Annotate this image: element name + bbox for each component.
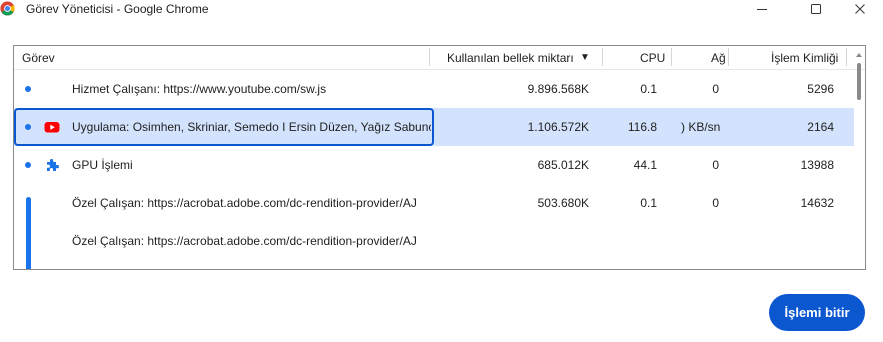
window-title: Görev Yöneticisi - Google Chrome [26,2,209,16]
network-value: 0 [712,158,719,172]
cpu-value: 0.1 [640,82,657,96]
column-separator[interactable] [728,48,729,66]
cpu-value: 0.1 [640,196,657,210]
close-icon [855,4,865,14]
table-row[interactable]: Hizmet Çalışanı: https://www.youtube.com… [14,70,854,108]
column-separator[interactable] [429,48,430,66]
cpu-value: 44.1 [633,158,657,172]
task-name: GPU İşlemi [72,158,133,172]
pid-value: 14632 [800,196,834,210]
table-row[interactable]: Özel Çalışan: https://acrobat.adobe.com/… [14,184,854,222]
column-header-task[interactable]: Görev [22,51,55,65]
process-dot-icon [25,124,31,130]
process-dot-icon [25,162,31,168]
scroll-up-arrow-icon[interactable] [856,53,862,57]
process-group-bar [26,197,31,269]
maximize-icon [811,4,821,14]
column-header-memory[interactable]: Kullanılan bellek miktarı [447,51,574,65]
maximize-button[interactable] [796,0,836,18]
pid-value: 2164 [807,120,834,134]
pid-value: 5296 [807,82,834,96]
column-header-pid[interactable]: İşlem Kimliği [771,51,838,65]
table-row[interactable]: GPU İşlemi 685.012K 44.1 0 13988 [14,146,854,184]
puzzle-icon [47,159,59,171]
end-process-button[interactable]: İşlemi bitir [769,294,865,331]
pid-value: 13988 [800,158,834,172]
column-separator[interactable] [671,48,672,66]
sort-descending-icon: ▼ [580,52,590,63]
process-dot-icon [25,86,31,92]
scrollbar-thumb[interactable] [857,63,861,100]
table-header: Görev Kullanılan bellek miktarı ▼ CPU Ağ… [14,46,865,69]
network-value: 0 [712,196,719,210]
memory-value: 9.896.568K [527,82,589,96]
task-name: Özel Çalışan: https://acrobat.adobe.com/… [72,234,417,248]
memory-value: 685.012K [537,158,589,172]
column-separator[interactable] [846,48,847,66]
title-bar: Görev Yöneticisi - Google Chrome [0,0,883,20]
youtube-icon [44,122,60,133]
memory-value: 1.106.572K [527,120,589,134]
network-value: 0 [712,82,719,96]
column-header-cpu[interactable]: CPU [640,51,665,65]
cpu-value: 116.8 [627,120,657,134]
minimize-icon [757,9,767,10]
column-separator[interactable] [602,48,603,66]
minimize-button[interactable] [742,0,782,18]
close-button[interactable] [840,0,880,18]
task-list: Hizmet Çalışanı: https://www.youtube.com… [14,70,854,269]
column-header-network[interactable]: Ağ [711,51,726,65]
task-name: Özel Çalışan: https://acrobat.adobe.com/… [72,196,417,210]
task-table: Görev Kullanılan bellek miktarı ▼ CPU Ağ… [13,45,866,270]
chrome-logo-icon [0,1,15,16]
network-value: ) KB/sn [681,120,721,134]
table-row-selected[interactable]: Uygulama: Osimhen, Skriniar, Semedo I Er… [14,108,854,146]
memory-value: 503.680K [537,196,589,210]
task-name: Uygulama: Osimhen, Skriniar, Semedo I Er… [72,120,431,134]
task-name: Hizmet Çalışanı: https://www.youtube.com… [72,82,327,96]
table-row[interactable]: Özel Çalışan: https://acrobat.adobe.com/… [14,222,854,260]
